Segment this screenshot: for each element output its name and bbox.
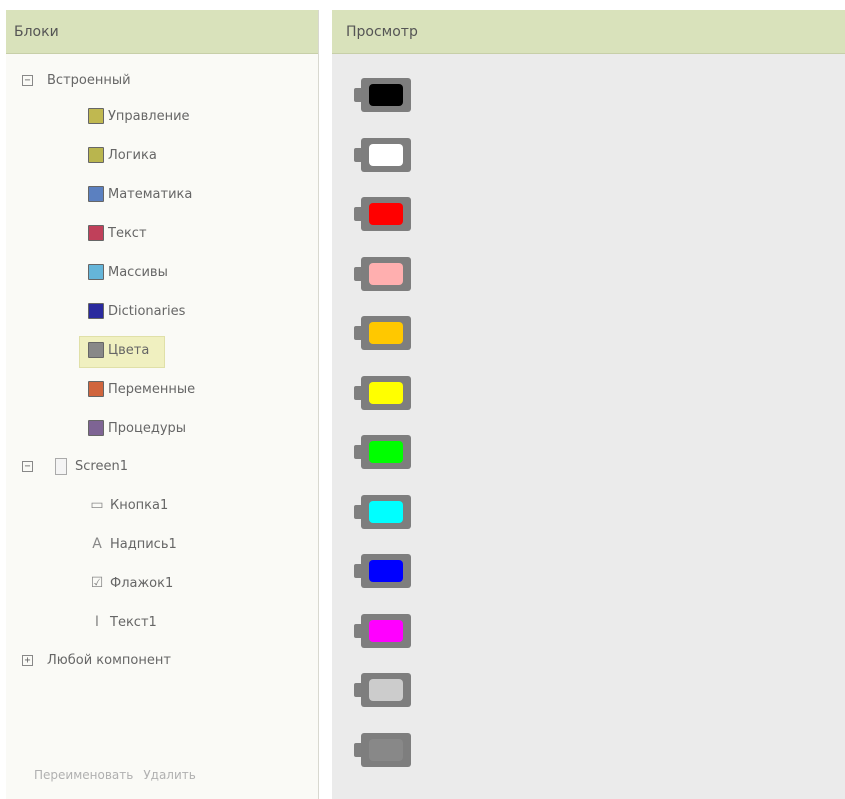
collapse-icon[interactable]: − [22,460,33,472]
color-block-green[interactable] [354,435,414,471]
color-swatch [369,500,403,523]
category-item-label: Массивы [108,264,168,280]
color-swatch [369,84,403,106]
category-item[interactable]: Переменные [88,375,195,403]
component-item[interactable]: A Надпись1 [88,530,177,558]
color-block-blue[interactable] [354,554,414,590]
checkbox-component-icon: ☑ [90,575,104,591]
color-swatch [369,143,403,166]
color-block-gray[interactable] [354,732,414,769]
category-item-label: Управление [108,108,190,124]
color-swatch [369,679,403,701]
category-item[interactable]: Массивы [88,258,168,286]
button-component-icon: ▭ [90,497,104,513]
screen-icon [55,457,67,475]
category-item-label: Математика [108,186,193,202]
color-blocks-canvas [332,10,845,799]
category-item-label: Dictionaries [108,303,186,319]
blocks-panel: Блоки − Встроенный Управление Логика Матем… [6,10,319,799]
color-block-yellow[interactable] [354,375,414,412]
textbox-component-icon: I [94,614,100,630]
color-swatch [369,560,403,582]
blocks-panel-title: Блоки [14,23,59,40]
rename-button[interactable]: Переименовать [34,768,133,782]
color-block-black[interactable] [354,78,414,114]
delete-button[interactable]: Удалить [143,768,196,782]
color-swatch [369,381,403,404]
category-item[interactable]: Dictionaries [88,297,185,325]
variables-swatch-icon [88,381,104,397]
category-item-label: Текст [108,225,147,241]
logic-swatch-icon [88,147,104,163]
color-swatch [369,203,403,225]
category-item[interactable]: Процедуры [88,414,186,442]
category-item-label: Процедуры [108,420,187,436]
component-item-label: Флажок1 [110,575,174,591]
category-item[interactable]: Цвета [88,336,149,364]
color-block-orange[interactable] [354,316,414,352]
color-block-cyan[interactable] [354,494,414,531]
blocks-panel-header: Блоки [6,10,318,54]
category-item[interactable]: Логика [88,141,157,169]
procedures-swatch-icon [88,420,104,436]
tree-node-any-component-label: Любой компонент [47,652,171,668]
blocks-footer: Переименовать Удалить [34,768,196,782]
component-item-label: Текст1 [110,614,157,630]
category-item-label: Переменные [108,381,196,397]
label-component-icon: A [92,536,102,552]
color-block-pink[interactable] [354,256,414,293]
tree-node-any-component[interactable]: + Любой компонент [22,646,171,674]
text-swatch-icon [88,225,104,241]
component-item[interactable]: ☑ Флажок1 [88,569,174,597]
color-swatch [369,619,403,642]
component-item-label: Надпись1 [110,536,177,552]
collapse-icon[interactable]: − [22,74,33,86]
tree-node-builtin[interactable]: − Встроенный [22,66,131,94]
expand-icon[interactable]: + [22,654,33,666]
component-item-label: Кнопка1 [110,497,169,513]
color-swatch [369,738,403,761]
category-item-label: Цвета [108,342,150,358]
tree-node-screen1[interactable]: − Screen1 [22,452,128,480]
colors-swatch-icon [88,342,104,358]
color-block-red[interactable] [354,197,414,233]
math-swatch-icon [88,186,104,202]
color-block-light-gray[interactable] [354,673,414,709]
tree-node-screen1-label: Screen1 [75,458,128,474]
category-item[interactable]: Управление [88,102,190,130]
lists-swatch-icon [88,264,104,280]
viewer-panel: Просмотр [332,10,845,799]
color-swatch [369,322,403,344]
dictionaries-swatch-icon [88,303,104,319]
category-item[interactable]: Текст [88,219,147,247]
color-block-magenta[interactable] [354,613,414,650]
component-item[interactable]: I Текст1 [88,608,157,636]
color-swatch [369,262,403,285]
color-swatch [369,441,403,463]
category-item-label: Логика [108,147,157,163]
category-item[interactable]: Математика [88,180,192,208]
component-item[interactable]: ▭ Кнопка1 [88,491,168,519]
control-swatch-icon [88,108,104,124]
tree-node-builtin-label: Встроенный [47,72,131,88]
color-block-white[interactable] [354,137,414,174]
